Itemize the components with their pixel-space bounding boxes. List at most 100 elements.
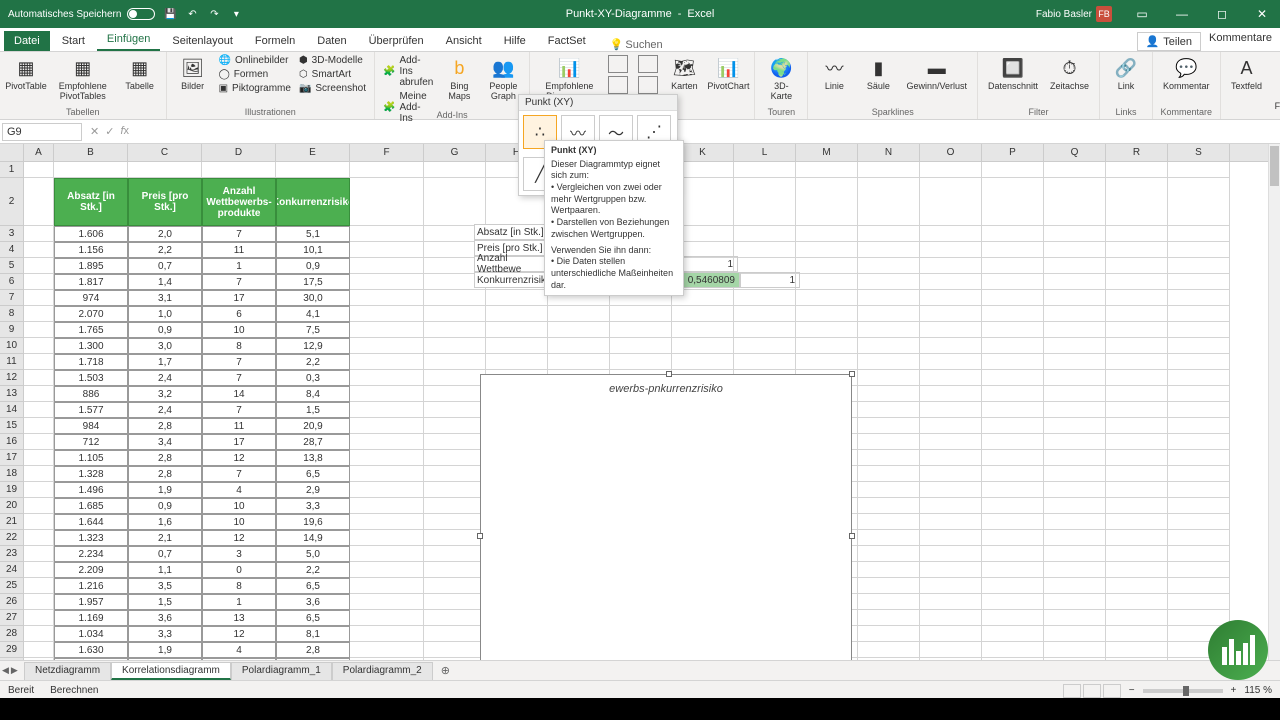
pictures-button[interactable]: 🖼Bilder [173, 54, 213, 94]
data-cell[interactable]: 8,1 [276, 626, 350, 642]
data-cell[interactable]: 712 [54, 434, 128, 450]
row-header-14[interactable]: 14 [0, 402, 23, 418]
data-cell[interactable]: 1.577 [54, 402, 128, 418]
close-icon[interactable]: ✕ [1244, 0, 1280, 28]
data-cell[interactable]: 12,9 [276, 338, 350, 354]
col-header-A[interactable]: A [24, 144, 54, 161]
data-cell[interactable]: 1.496 [54, 482, 128, 498]
row-header-17[interactable]: 17 [0, 450, 23, 466]
data-cell[interactable]: 2,8 [128, 418, 202, 434]
data-cell[interactable]: 12 [202, 450, 276, 466]
col-header-Q[interactable]: Q [1044, 144, 1106, 161]
row-header-21[interactable]: 21 [0, 514, 23, 530]
search-label[interactable]: Suchen [625, 39, 662, 51]
data-cell[interactable]: 886 [54, 386, 128, 402]
col-header-B[interactable]: B [54, 144, 128, 161]
data-cell[interactable]: 7,5 [276, 322, 350, 338]
row-header-25[interactable]: 25 [0, 578, 23, 594]
data-cell[interactable]: 1.817 [54, 274, 128, 290]
row-header-28[interactable]: 28 [0, 626, 23, 642]
zoom-out-icon[interactable]: − [1129, 685, 1135, 696]
col-header-R[interactable]: R [1106, 144, 1168, 161]
comments-button[interactable]: Kommentare [1209, 32, 1272, 51]
row-header-15[interactable]: 15 [0, 418, 23, 434]
sheet-tab-Polardiagramm_2[interactable]: Polardiagramm_2 [332, 662, 433, 680]
data-cell[interactable]: 3 [202, 546, 276, 562]
smartart-button[interactable]: ⬡ SmartArt [297, 68, 368, 81]
row-header-16[interactable]: 16 [0, 434, 23, 450]
data-cell[interactable]: 6,5 [276, 578, 350, 594]
data-cell[interactable]: 5,1 [276, 226, 350, 242]
data-cell[interactable]: 12 [202, 626, 276, 642]
data-cell[interactable]: 3,5 [128, 578, 202, 594]
data-cell[interactable]: 7 [202, 226, 276, 242]
tab-help[interactable]: Hilfe [494, 31, 536, 51]
row-header-10[interactable]: 10 [0, 338, 23, 354]
page-break-view-icon[interactable] [1103, 684, 1121, 698]
data-cell[interactable]: 2,8 [128, 466, 202, 482]
name-box[interactable]: G9 [2, 123, 82, 141]
col-header-F[interactable]: F [350, 144, 424, 161]
data-cell[interactable]: 10,1 [276, 242, 350, 258]
data-cell[interactable]: 11 [202, 418, 276, 434]
row-header-27[interactable]: 27 [0, 610, 23, 626]
data-cell[interactable]: 12 [202, 530, 276, 546]
data-cell[interactable]: 0,7 [128, 258, 202, 274]
vertical-scrollbar[interactable] [1268, 144, 1280, 660]
link-button[interactable]: 🔗Link [1106, 54, 1146, 94]
data-cell[interactable]: 1.156 [54, 242, 128, 258]
row-header-29[interactable]: 29 [0, 642, 23, 658]
data-cell[interactable]: 3,3 [128, 626, 202, 642]
data-cell[interactable]: 1.630 [54, 642, 128, 658]
data-cell[interactable]: 2,8 [128, 450, 202, 466]
row-header-22[interactable]: 22 [0, 530, 23, 546]
data-cell[interactable]: 1,4 [128, 274, 202, 290]
pivottable-button[interactable]: ▦PivotTable [6, 54, 46, 94]
row-header-23[interactable]: 23 [0, 546, 23, 562]
data-cell[interactable]: 3,1 [128, 290, 202, 306]
data-cell[interactable]: 8,4 [276, 386, 350, 402]
data-cell[interactable]: 1,0 [128, 306, 202, 322]
data-cell[interactable]: 10 [202, 514, 276, 530]
data-cell[interactable]: 1.503 [54, 370, 128, 386]
sparkline-line-button[interactable]: 〰Linie [814, 54, 854, 94]
search-icon[interactable]: 💡 [610, 38, 624, 51]
data-cell[interactable]: 1 [202, 258, 276, 274]
data-cell[interactable]: 1.300 [54, 338, 128, 354]
autosave-toggle[interactable]: Automatisches Speichern [8, 8, 155, 20]
data-cell[interactable]: 4,1 [276, 306, 350, 322]
data-cell[interactable]: 6 [202, 306, 276, 322]
data-cell[interactable]: 20,9 [276, 418, 350, 434]
data-cell[interactable]: 2,2 [128, 242, 202, 258]
data-cell[interactable]: 0,9 [276, 258, 350, 274]
icons-button[interactable]: ▣ Piktogramme [217, 82, 293, 95]
col-header-C[interactable]: C [128, 144, 202, 161]
data-cell[interactable]: 10 [202, 322, 276, 338]
data-cell[interactable]: 1.034 [54, 626, 128, 642]
data-cell[interactable]: 0,9 [128, 498, 202, 514]
col-header-S[interactable]: S [1168, 144, 1230, 161]
row-header-7[interactable]: 7 [0, 290, 23, 306]
slicer-button[interactable]: 🔲Datenschnitt [984, 54, 1042, 94]
data-cell[interactable]: 13,8 [276, 450, 350, 466]
screenshot-button[interactable]: 📷 Screenshot [297, 82, 368, 95]
data-cell[interactable]: 8 [202, 578, 276, 594]
row-header-12[interactable]: 12 [0, 370, 23, 386]
data-cell[interactable]: 17 [202, 434, 276, 450]
data-cell[interactable]: 30,0 [276, 290, 350, 306]
data-cell[interactable]: 7 [202, 354, 276, 370]
hierarchy-chart-icon[interactable] [606, 75, 632, 95]
minimize-icon[interactable]: — [1164, 0, 1200, 28]
data-cell[interactable]: 2.070 [54, 306, 128, 322]
data-cell[interactable]: 4 [202, 482, 276, 498]
zoom-slider[interactable] [1143, 689, 1223, 693]
enter-formula-icon[interactable]: ✓ [105, 125, 114, 138]
data-cell[interactable]: 3,3 [276, 498, 350, 514]
add-sheet-button[interactable]: ⊕ [433, 662, 458, 679]
rec-pivottable-button[interactable]: ▦Empfohlene PivotTables [50, 54, 116, 104]
data-cell[interactable]: 2,4 [128, 402, 202, 418]
data-cell[interactable]: 1,5 [128, 594, 202, 610]
data-cell[interactable]: 7 [202, 466, 276, 482]
data-cell[interactable]: 3,0 [128, 338, 202, 354]
shapes-button[interactable]: ◯ Formen [217, 68, 293, 81]
